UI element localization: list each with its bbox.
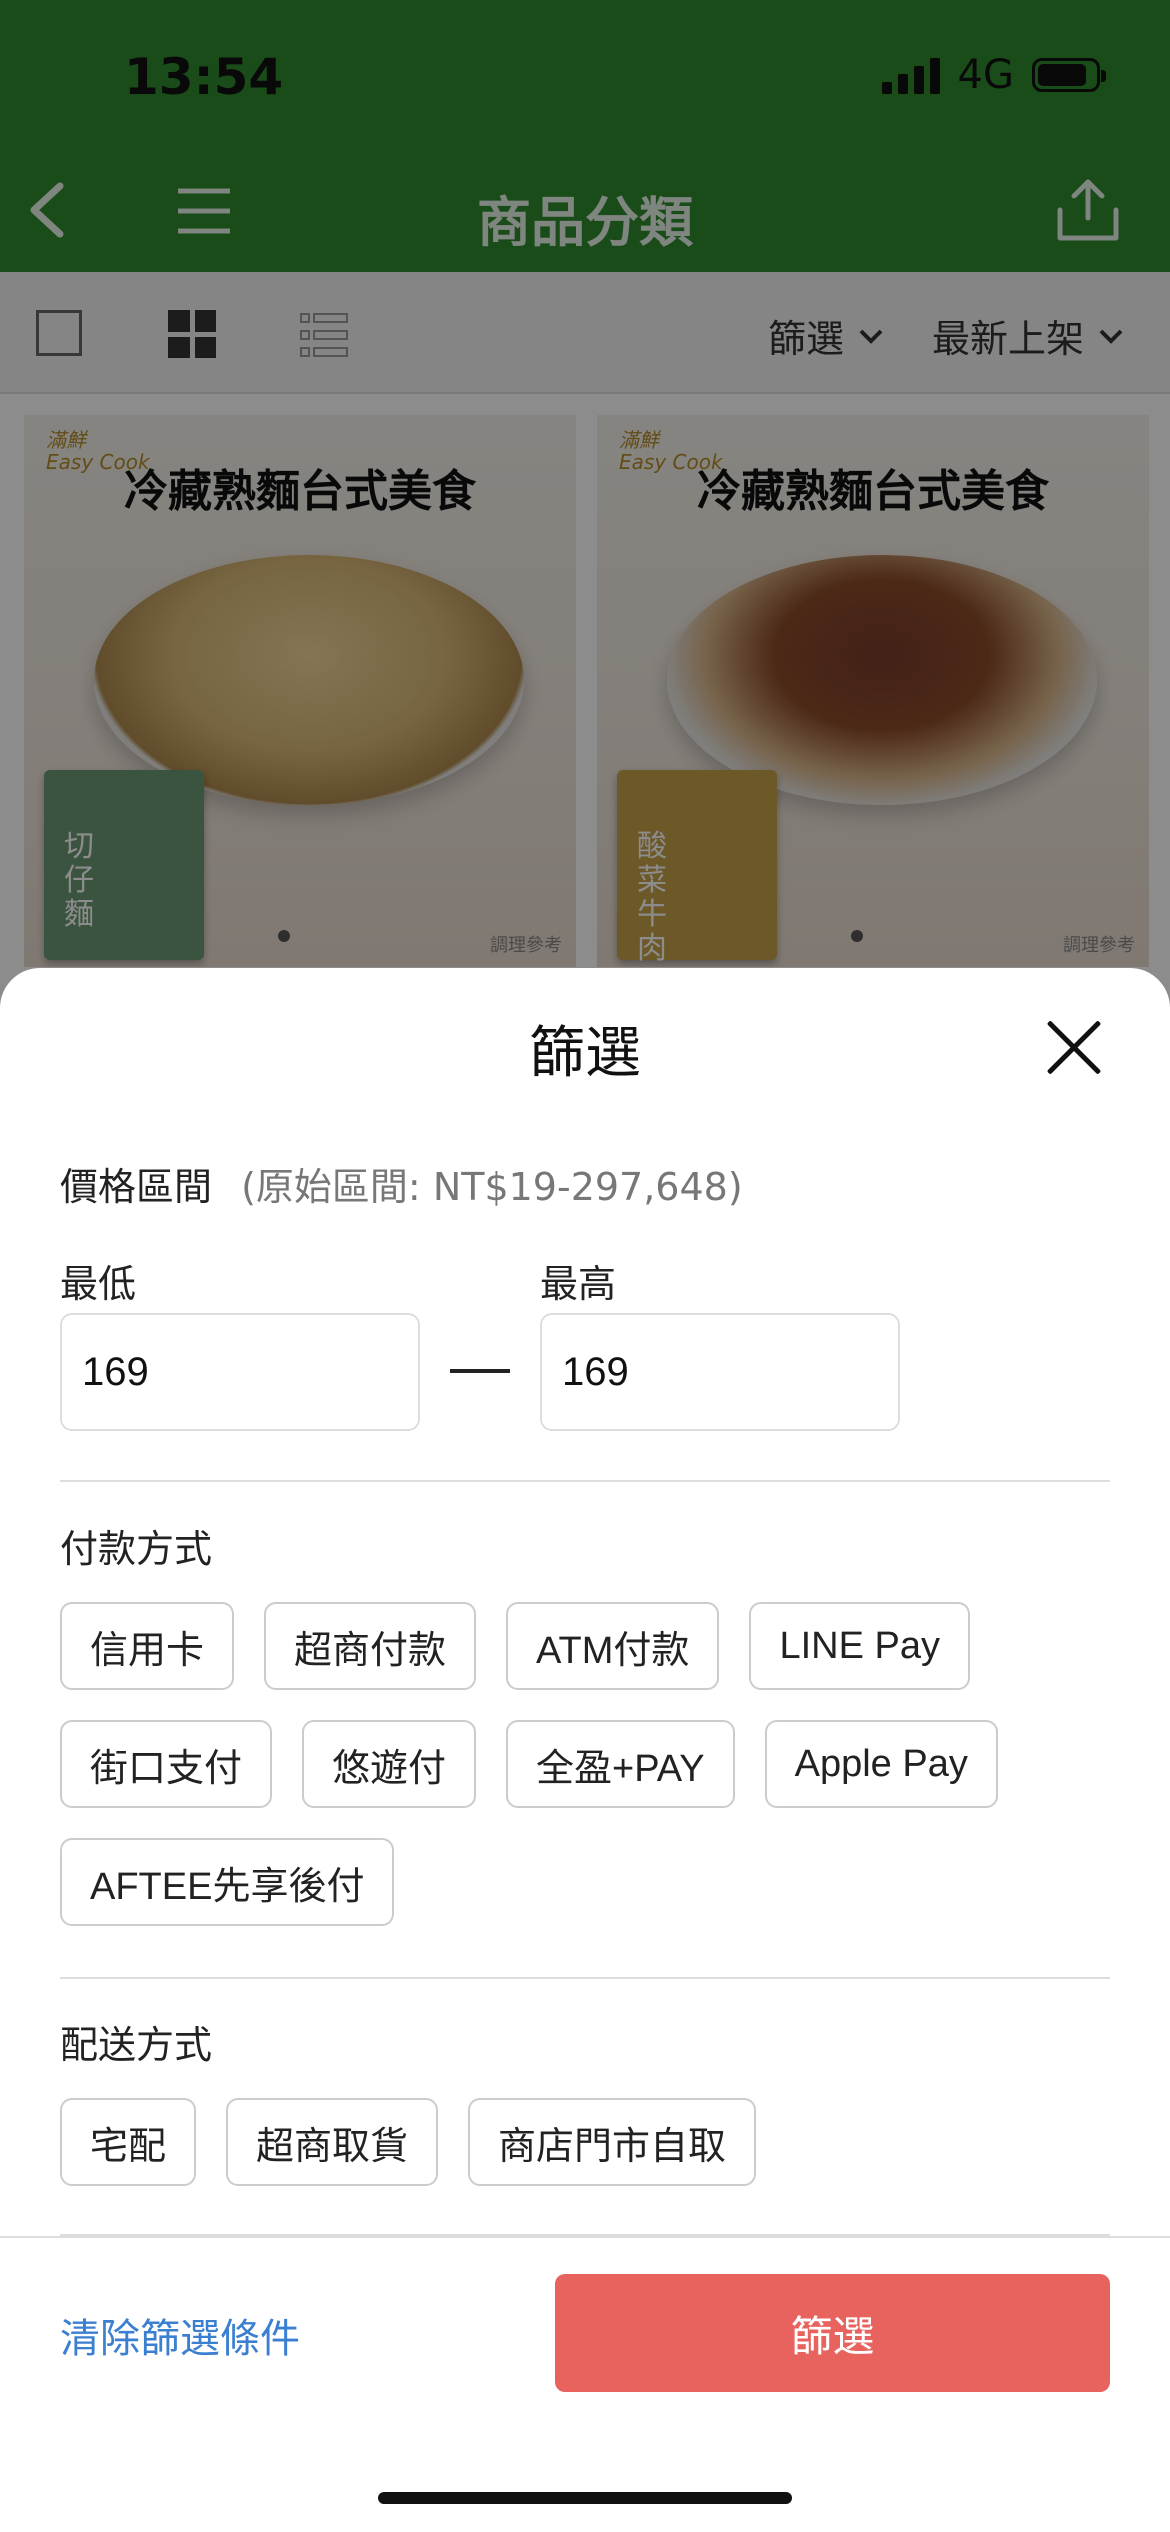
shipping-option-cvs-pickup[interactable]: 超商取貨 [226, 2098, 439, 2186]
filter-sheet-title: 篩選 [529, 1021, 641, 1086]
max-price-label: 最高 [540, 1262, 617, 1306]
min-price-label: 最低 [60, 1262, 137, 1306]
clear-filters-link[interactable]: 清除篩選條件 [60, 2306, 300, 2364]
price-range-label: 價格區間 [60, 1165, 213, 1209]
footer-divider [0, 2236, 1170, 2238]
filter-sheet: 篩選 價格區間 (原始區間: NT$19-297,648) 最低 最高 付款方式… [0, 968, 1170, 2532]
range-separator [450, 1369, 510, 1373]
payment-option-credit-card[interactable]: 信用卡 [60, 1602, 235, 1690]
payment-option-jko-pay[interactable]: 街口支付 [60, 1720, 273, 1808]
payment-option-line-pay[interactable]: LINE Pay [749, 1602, 970, 1690]
payment-option-cvs-payment[interactable]: 超商付款 [264, 1602, 477, 1690]
price-range-note: (原始區間: NT$19-297,648) [241, 1165, 743, 1209]
shipping-method-label: 配送方式 [60, 2023, 213, 2067]
section-divider [60, 1977, 1110, 1979]
min-price-input[interactable] [60, 1313, 420, 1431]
payment-option-easy-wallet[interactable]: 悠遊付 [302, 1720, 477, 1808]
payment-option-apple-pay[interactable]: Apple Pay [764, 1720, 998, 1808]
payment-method-options: 信用卡 超商付款 ATM付款 LINE Pay 街口支付 悠遊付 全盈+PAY … [60, 1602, 1120, 1926]
payment-method-label: 付款方式 [60, 1527, 213, 1571]
shipping-option-home-delivery[interactable]: 宅配 [60, 2098, 197, 2186]
max-price-input[interactable] [540, 1313, 900, 1431]
price-range-header: 價格區間 (原始區間: NT$19-297,648) [60, 1156, 743, 1211]
shipping-method-options: 宅配 超商取貨 商店門市自取 [60, 2098, 1120, 2186]
shipping-option-store-pickup[interactable]: 商店門市自取 [468, 2098, 757, 2186]
section-divider [60, 1480, 1110, 1482]
payment-option-icash-pay[interactable]: 全盈+PAY [506, 1720, 735, 1808]
payment-option-aftee[interactable]: AFTEE先享後付 [60, 1838, 395, 1926]
home-indicator [378, 2492, 792, 2504]
payment-option-atm[interactable]: ATM付款 [506, 1602, 720, 1690]
apply-filter-button[interactable]: 篩選 [555, 2274, 1110, 2392]
close-icon[interactable] [1044, 1018, 1104, 1078]
